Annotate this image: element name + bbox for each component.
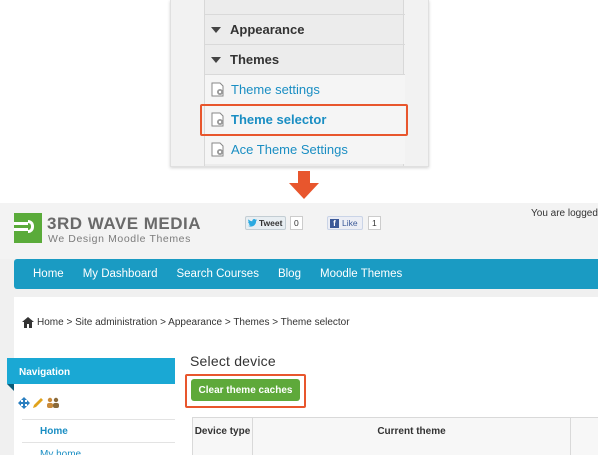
logo-icon (14, 213, 42, 243)
twitter-bird-icon (248, 219, 257, 227)
navigation-list: Home My home (22, 419, 175, 455)
move-icon[interactable] (18, 397, 30, 409)
nav-block-item-home[interactable]: Home (22, 419, 175, 442)
admin-menu: Appearance Themes Theme settings Theme s… (204, 0, 405, 166)
tweet-button[interactable]: Tweet (245, 216, 287, 230)
select-device-heading: Select device (190, 353, 276, 369)
assign-roles-icon[interactable] (46, 397, 60, 409)
logo-title[interactable]: 3RD WAVE MEDIA (47, 214, 201, 234)
tweet-count: 0 (290, 216, 303, 230)
navigation-block-title: Navigation (7, 358, 175, 384)
menu-label: Theme settings (231, 82, 320, 97)
logo-subtitle: We Design Moodle Themes (48, 233, 191, 245)
menu-label: Appearance (230, 22, 305, 37)
column-header-current-theme: Current theme (253, 418, 571, 455)
settings-page-icon (211, 82, 225, 97)
block-controls (18, 397, 62, 409)
menu-label: Themes (230, 52, 280, 67)
menu-ace-theme-settings[interactable]: Ace Theme Settings (205, 134, 405, 164)
clear-caches-highlight-box (185, 374, 306, 408)
nav-search-courses[interactable]: Search Courses (176, 268, 258, 280)
menu-appearance[interactable]: Appearance (205, 14, 405, 44)
nav-my-dashboard[interactable]: My Dashboard (83, 268, 158, 280)
moodle-site: 3RD WAVE MEDIA We Design Moodle Themes T… (0, 203, 598, 455)
breadcrumb: Home > Site administration > Appearance … (22, 317, 350, 328)
block-title-fold (7, 384, 14, 391)
menu-themes[interactable]: Themes (205, 44, 405, 74)
down-arrow-icon (289, 171, 319, 199)
main-navbar: Home My Dashboard Search Courses Blog Mo… (14, 259, 598, 289)
login-info: You are logged i (531, 208, 598, 219)
facebook-like-button[interactable]: f Like (327, 216, 363, 230)
home-icon[interactable] (22, 317, 34, 328)
admin-menu-card: Appearance Themes Theme settings Theme s… (170, 0, 429, 167)
like-label: Like (342, 218, 358, 228)
edit-pencil-icon[interactable] (32, 397, 44, 409)
expand-triangle-icon (211, 26, 221, 33)
like-count: 1 (368, 216, 381, 230)
settings-page-icon (211, 142, 225, 157)
nav-blog[interactable]: Blog (278, 268, 301, 280)
nav-home[interactable]: Home (33, 268, 64, 280)
device-theme-table: Device type Current theme (192, 417, 598, 455)
menu-label: Ace Theme Settings (231, 142, 348, 157)
column-header-device-type: Device type (193, 418, 253, 455)
theme-selector-highlight-box (200, 104, 408, 136)
facebook-icon: f (330, 218, 339, 228)
tweet-label: Tweet (259, 218, 283, 228)
nav-block-item-my-home[interactable]: My home (22, 442, 175, 455)
expand-triangle-icon (211, 56, 221, 63)
site-header: 3RD WAVE MEDIA We Design Moodle Themes T… (0, 203, 598, 259)
nav-moodle-themes[interactable]: Moodle Themes (320, 268, 402, 280)
tutorial-screenshot: Appearance Themes Theme settings Theme s… (0, 0, 598, 455)
breadcrumb-text[interactable]: Home > Site administration > Appearance … (37, 317, 350, 328)
menu-theme-settings[interactable]: Theme settings (205, 74, 405, 104)
